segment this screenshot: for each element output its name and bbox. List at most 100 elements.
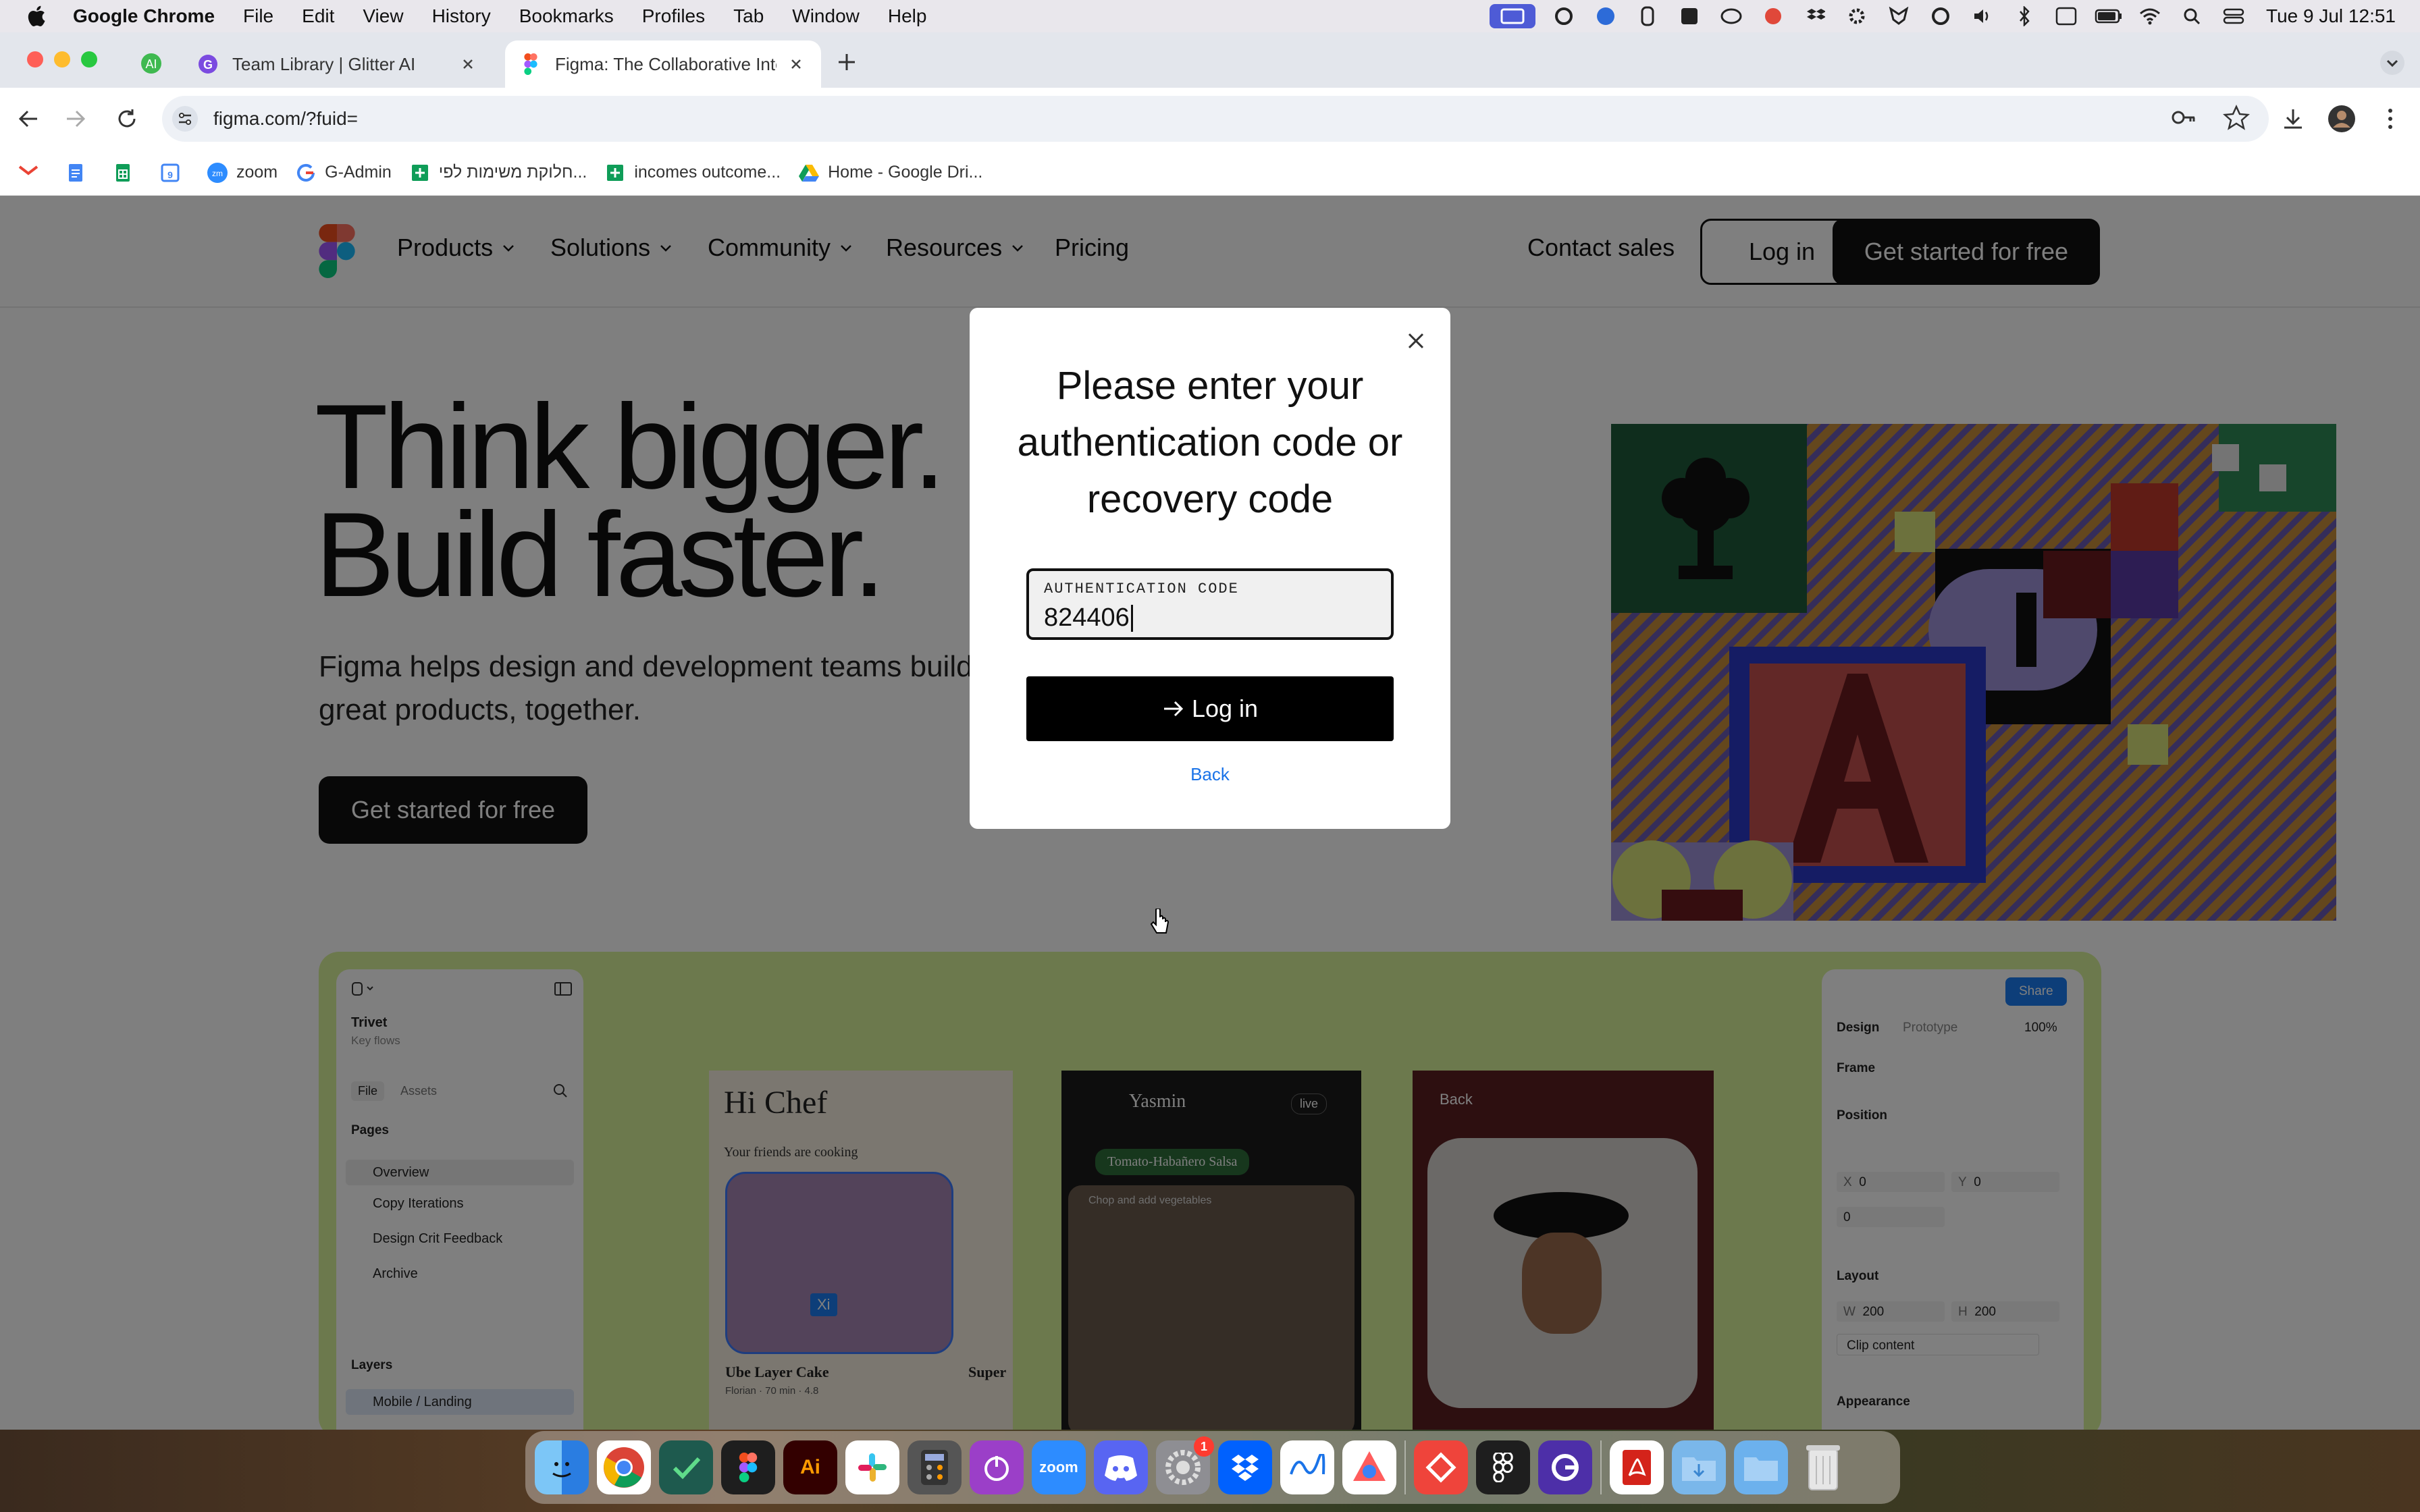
menu-view[interactable]: View (363, 5, 403, 27)
bookmark-label: zoom (236, 163, 278, 182)
authentication-code-label: AUTHENTICATION CODE (1044, 580, 1239, 597)
fox-status-icon[interactable] (1885, 5, 1912, 27)
google-sheets-icon (607, 164, 624, 181)
screen-record-icon[interactable] (1490, 4, 1536, 28)
tab-search-chevron-icon[interactable] (2379, 50, 2405, 76)
menu-help[interactable]: Help (888, 5, 927, 27)
bookmark-zoom[interactable]: zm zoom (207, 162, 278, 184)
menu-app-name[interactable]: Google Chrome (73, 5, 215, 27)
battery-icon[interactable] (2095, 5, 2122, 27)
reload-icon[interactable] (112, 104, 142, 134)
bookmark-g-admin[interactable]: G-Admin (295, 162, 392, 184)
figma-app-icon[interactable] (721, 1440, 775, 1494)
downloads-icon[interactable] (2278, 104, 2308, 134)
url-text[interactable]: figma.com/?fuid= (213, 108, 358, 130)
close-icon[interactable] (1404, 329, 1427, 352)
discord-icon[interactable] (1094, 1440, 1148, 1494)
figma-status-icon[interactable] (1634, 5, 1661, 27)
volume-icon[interactable] (1969, 5, 1996, 27)
figma-desktop-icon[interactable] (1476, 1440, 1530, 1494)
chrome-menu-icon[interactable] (2375, 104, 2405, 134)
finder-icon[interactable] (535, 1440, 589, 1494)
folder-icon[interactable] (1734, 1440, 1788, 1494)
chrome-icon[interactable] (597, 1440, 651, 1494)
apple-logo-icon[interactable] (26, 4, 50, 28)
dock-separator (1600, 1440, 1602, 1494)
freeform-icon[interactable] (1280, 1440, 1334, 1494)
menu-bookmarks[interactable]: Bookmarks (519, 5, 614, 27)
slack-icon[interactable] (845, 1440, 899, 1494)
menu-window[interactable]: Window (792, 5, 860, 27)
bookmark-drive[interactable]: Home - Google Dri... (798, 162, 982, 184)
menu-edit[interactable]: Edit (302, 5, 334, 27)
forward-arrow-icon[interactable] (61, 104, 90, 134)
close-tab-icon[interactable] (786, 54, 806, 74)
acrobat-icon[interactable] (1610, 1440, 1664, 1494)
auth-code-dialog: Please enter your authentication code or… (970, 308, 1450, 829)
wifi-icon[interactable] (2136, 5, 2163, 27)
system-settings-icon[interactable]: 1 (1156, 1436, 1214, 1494)
gear-status-icon[interactable] (1843, 5, 1870, 27)
zoom-app-icon[interactable]: zoom (1032, 1440, 1086, 1494)
menu-file[interactable]: File (243, 5, 273, 27)
anydesk-icon[interactable] (1414, 1440, 1468, 1494)
site-info-icon[interactable] (172, 105, 199, 132)
zoom-window-icon[interactable] (81, 51, 97, 68)
menu-history[interactable]: History (432, 5, 491, 27)
focus-timer-icon[interactable] (970, 1440, 1024, 1494)
new-tab-icon[interactable] (835, 50, 859, 74)
creative-cloud-icon[interactable] (1718, 5, 1745, 27)
address-bar[interactable]: figma.com/?fuid= (162, 96, 2269, 142)
close-tab-icon[interactable] (458, 54, 478, 74)
dialog-login-button[interactable]: Log in (1026, 676, 1394, 741)
zoom-status-icon[interactable] (1592, 5, 1619, 27)
menu-tab[interactable]: Tab (733, 5, 764, 27)
pockity-icon[interactable] (1927, 5, 1954, 27)
bookmark-gmail[interactable] (18, 162, 47, 184)
profile-avatar[interactable] (2327, 104, 2357, 134)
ticktick-icon[interactable] (659, 1440, 713, 1494)
downloads-folder-icon[interactable] (1672, 1440, 1726, 1494)
text-caret (1130, 604, 1133, 632)
minimize-window-icon[interactable] (54, 51, 70, 68)
control-center-icon[interactable] (2220, 5, 2247, 27)
bluetooth-icon[interactable] (2011, 5, 2038, 27)
badge-app-icon[interactable] (1760, 5, 1787, 27)
notion-status-icon[interactable] (1676, 5, 1703, 27)
tab-group-icon[interactable]: AI (138, 50, 165, 77)
menu-bar-clock[interactable]: Tue 9 Jul 12:51 (2266, 5, 2396, 27)
glitter-app-icon[interactable] (1538, 1440, 1592, 1494)
notification-badge: 1 (1194, 1436, 1214, 1457)
illustrator-icon[interactable]: Ai (783, 1440, 837, 1494)
menu-profiles[interactable]: Profiles (642, 5, 705, 27)
authentication-code-field[interactable]: AUTHENTICATION CODE 824406 (1026, 568, 1394, 640)
grammarly-icon[interactable] (1550, 5, 1577, 27)
bookmark-tasks[interactable]: חלוקת משימות לפי... (409, 162, 587, 184)
bookmark-label: incomes outcome... (634, 163, 781, 182)
bookmark-sheets[interactable] (112, 162, 142, 184)
calculator-icon[interactable] (908, 1440, 962, 1494)
bookmark-incomes[interactable]: incomes outcome... (604, 162, 781, 184)
tab-team-library[interactable]: G Team Library | Glitter AI (182, 40, 493, 88)
dialog-title: Please enter your authentication code or… (1017, 364, 1403, 521)
trash-icon[interactable] (1796, 1440, 1850, 1494)
arrow-right-icon (1163, 701, 1184, 717)
bookmark-docs[interactable] (65, 162, 95, 184)
authentication-code-input[interactable]: 824406 (1044, 603, 1133, 632)
bookmark-star-icon[interactable] (2223, 104, 2250, 131)
back-arrow-icon[interactable] (14, 104, 43, 134)
pixelmator-icon[interactable] (1342, 1440, 1396, 1494)
dropbox-icon[interactable] (1218, 1440, 1272, 1494)
password-key-icon[interactable] (2170, 104, 2197, 131)
dropbox-status-icon[interactable] (1801, 5, 1829, 27)
keyboard-layout-icon[interactable] (2053, 5, 2080, 27)
tab-figma[interactable]: Figma: The Collaborative Inte (505, 40, 821, 88)
authentication-code-value: 824406 (1044, 603, 1130, 632)
dialog-back-link[interactable]: Back (970, 764, 1450, 785)
spotlight-search-icon[interactable] (2178, 5, 2205, 27)
bookmark-calendar[interactable]: 9 (159, 162, 189, 184)
close-window-icon[interactable] (27, 51, 43, 68)
mouse-pointer-icon (1150, 909, 1169, 934)
svg-text:9: 9 (167, 169, 173, 180)
google-g-icon (297, 163, 315, 182)
